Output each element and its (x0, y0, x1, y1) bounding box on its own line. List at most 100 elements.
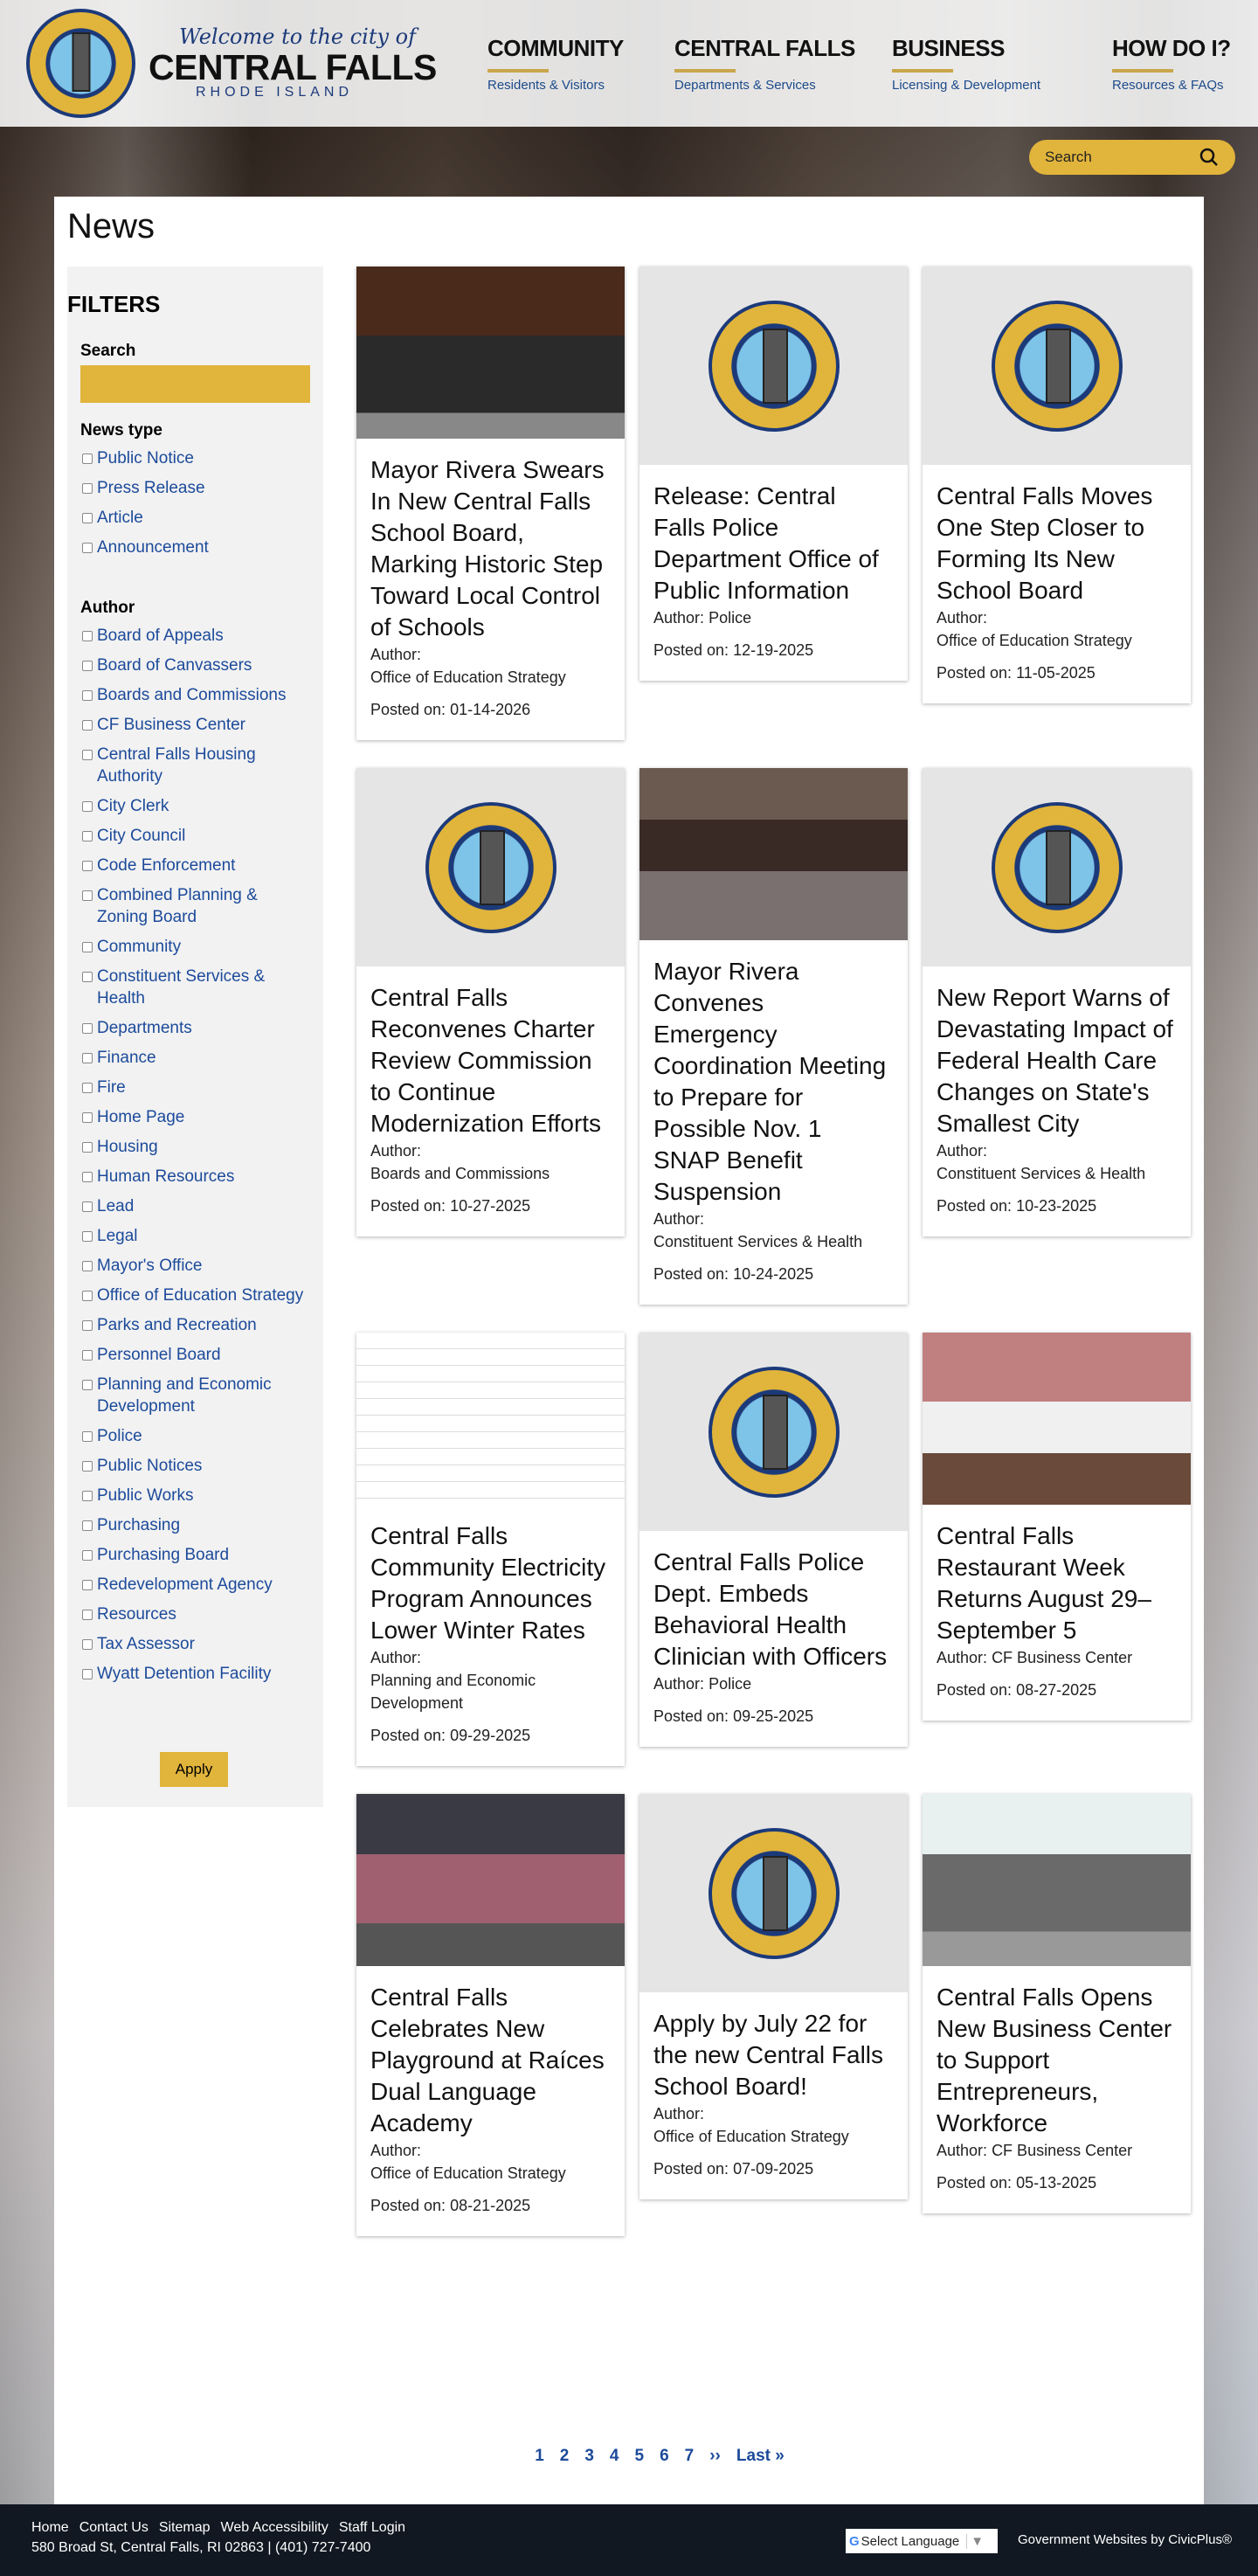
filter-option-label[interactable]: Central Falls Housing Authority (97, 744, 309, 787)
news-image[interactable] (639, 768, 908, 940)
footer-link[interactable]: Staff Login (339, 2520, 405, 2535)
news-card[interactable]: New Report Warns of Devastating Impact o… (923, 768, 1191, 1236)
checkbox[interactable] (82, 1639, 93, 1650)
filter-option-label[interactable]: Mayor's Office (97, 1255, 202, 1277)
filter-option[interactable]: Parks and Recreation (82, 1314, 309, 1336)
filter-option-label[interactable]: CF Business Center (97, 714, 245, 736)
page-link[interactable]: 1 (535, 2447, 544, 2465)
filter-option[interactable]: Central Falls Housing Authority (82, 744, 309, 787)
filter-option[interactable]: Home Page (82, 1106, 309, 1128)
checkbox[interactable] (82, 1491, 93, 1501)
filter-option[interactable]: City Clerk (82, 795, 309, 817)
filter-option[interactable]: Community (82, 936, 309, 958)
filter-option-label[interactable]: Community (97, 936, 181, 958)
news-image-city-seal[interactable] (923, 768, 1191, 966)
checkbox[interactable] (82, 890, 93, 901)
news-card[interactable]: Apply by July 22 for the new Central Fal… (639, 1794, 908, 2199)
footer-link[interactable]: Home (31, 2520, 69, 2535)
page-link[interactable]: 4 (610, 2447, 619, 2465)
filter-option[interactable]: CF Business Center (82, 714, 309, 736)
checkbox[interactable] (82, 631, 93, 641)
filter-option[interactable]: City Council (82, 825, 309, 847)
filter-option[interactable]: Public Notice (82, 447, 309, 469)
page-link[interactable]: 6 (660, 2447, 669, 2465)
filter-option-label[interactable]: Public Notice (97, 447, 194, 469)
footer-link[interactable]: Sitemap (159, 2520, 211, 2535)
news-image[interactable] (356, 267, 625, 439)
checkbox[interactable] (82, 1291, 93, 1301)
filter-option-label[interactable]: Code Enforcement (97, 855, 235, 876)
checkbox[interactable] (82, 1350, 93, 1361)
news-card[interactable]: Mayor Rivera Swears In New Central Falls… (356, 267, 625, 740)
filter-option-label[interactable]: Human Resources (97, 1166, 234, 1188)
checkbox[interactable] (82, 831, 93, 841)
checkbox[interactable] (82, 972, 93, 982)
filter-option[interactable]: Tax Assessor (82, 1633, 309, 1655)
checkbox[interactable] (82, 1380, 93, 1390)
news-image[interactable] (923, 1794, 1191, 1966)
filter-option-label[interactable]: Planning and Economic Development (97, 1374, 309, 1417)
filter-option[interactable]: Mayor's Office (82, 1255, 309, 1277)
news-card[interactable]: Central Falls Restaurant Week Returns Au… (923, 1333, 1191, 1721)
filter-option-label[interactable]: Constituent Services & Health (97, 966, 309, 1009)
nav-community[interactable]: COMMUNITY Residents & Visitors (487, 35, 624, 93)
search-icon[interactable] (1199, 147, 1220, 168)
filter-option-label[interactable]: Boards and Commissions (97, 684, 286, 706)
filter-option-label[interactable]: Public Notices (97, 1455, 202, 1477)
filter-option-label[interactable]: Parks and Recreation (97, 1314, 257, 1336)
footer-link[interactable]: Contact Us (79, 2520, 149, 2535)
filter-option[interactable]: Resources (82, 1603, 309, 1625)
checkbox[interactable] (82, 1431, 93, 1442)
filter-option[interactable]: Personnel Board (82, 1344, 309, 1366)
news-title[interactable]: Central Falls Restaurant Week Returns Au… (937, 1520, 1177, 1646)
checkbox[interactable] (82, 1023, 93, 1034)
filter-option-label[interactable]: Board of Appeals (97, 625, 224, 647)
checkbox[interactable] (82, 454, 93, 464)
checkbox[interactable] (82, 1669, 93, 1679)
filter-option-label[interactable]: Resources (97, 1603, 176, 1625)
checkbox[interactable] (82, 1053, 93, 1063)
nav-business[interactable]: BUSINESS Licensing & Development (892, 35, 1040, 93)
filter-option-label[interactable]: Purchasing (97, 1514, 180, 1536)
filter-option[interactable]: Boards and Commissions (82, 684, 309, 706)
filter-option[interactable]: Announcement (82, 537, 309, 558)
filter-option-label[interactable]: Finance (97, 1047, 156, 1069)
news-image-city-seal[interactable] (923, 267, 1191, 465)
checkbox[interactable] (82, 750, 93, 760)
checkbox[interactable] (82, 801, 93, 812)
news-title[interactable]: Central Falls Celebrates New Playground … (370, 1982, 611, 2139)
filter-option[interactable]: Combined Planning & Zoning Board (82, 884, 309, 928)
checkbox[interactable] (82, 1610, 93, 1620)
news-title[interactable]: Central Falls Police Dept. Embeds Behavi… (653, 1547, 894, 1672)
filter-option[interactable]: Police (82, 1425, 309, 1447)
news-title[interactable]: New Report Warns of Devastating Impact o… (937, 982, 1177, 1139)
filter-option[interactable]: Redevelopment Agency (82, 1574, 309, 1596)
news-card[interactable]: Central Falls Celebrates New Playground … (356, 1794, 625, 2236)
page-link[interactable]: Last » (736, 2447, 785, 2465)
language-select[interactable]: G Select Language ▼ (846, 2529, 998, 2553)
filter-option[interactable]: Human Resources (82, 1166, 309, 1188)
filter-option[interactable]: Article (82, 507, 309, 529)
filter-search-input[interactable] (80, 365, 310, 403)
filter-option[interactable]: Board of Appeals (82, 625, 309, 647)
checkbox[interactable] (82, 1201, 93, 1212)
site-title[interactable]: CENTRAL FALLS (149, 47, 437, 88)
news-image[interactable] (923, 1333, 1191, 1505)
checkbox[interactable] (82, 861, 93, 871)
site-search-input[interactable]: Search (1029, 140, 1235, 175)
news-card[interactable]: Central Falls Reconvenes Charter Review … (356, 768, 625, 1236)
page-link[interactable]: 7 (685, 2447, 695, 2465)
filter-option-label[interactable]: Press Release (97, 477, 205, 499)
news-image-city-seal[interactable] (639, 267, 908, 465)
checkbox[interactable] (82, 1520, 93, 1531)
news-image[interactable] (356, 1794, 625, 1966)
checkbox[interactable] (82, 483, 93, 494)
filter-option-label[interactable]: Legal (97, 1225, 138, 1247)
nav-central-falls[interactable]: CENTRAL FALLS Departments & Services (674, 35, 855, 93)
filter-option-label[interactable]: Board of Canvassers (97, 654, 252, 676)
filter-option-label[interactable]: Departments (97, 1017, 192, 1039)
news-title[interactable]: Central Falls Moves One Step Closer to F… (937, 481, 1177, 606)
nav-how-do-i[interactable]: HOW DO I? Resources & FAQs (1112, 35, 1231, 93)
checkbox[interactable] (82, 1550, 93, 1561)
footer-link[interactable]: Web Accessibility (221, 2520, 328, 2535)
